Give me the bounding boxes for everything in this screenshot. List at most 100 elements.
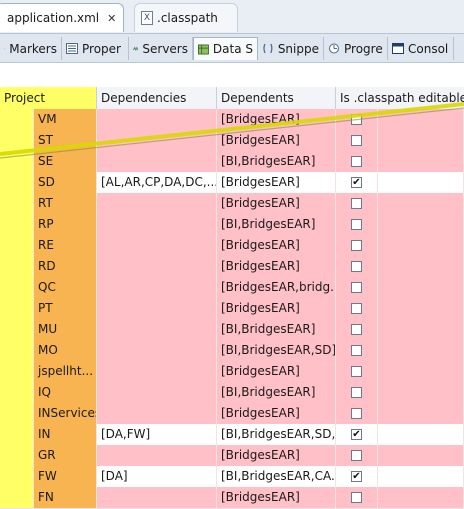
table-row[interactable]: SD [AL,AR,CP,DA,DC,... [BridgesEAR] ✔: [0, 172, 464, 194]
column-header-editable[interactable]: Is .classpath editable?: [336, 87, 464, 109]
project-name-cell: INServices: [34, 403, 97, 424]
tab-properties[interactable]: Proper: [62, 37, 129, 60]
editable-cell: [336, 256, 378, 277]
tab-application-xml[interactable]: application.xml ✕: [0, 3, 124, 32]
dependencies-cell: [97, 445, 217, 466]
editable-checkbox[interactable]: [351, 303, 362, 314]
editable-checkbox[interactable]: [351, 492, 362, 503]
table-row[interactable]: FN [BridgesEAR]: [0, 487, 464, 509]
table-row[interactable]: jspellht... [BridgesEAR]: [0, 361, 464, 383]
editable-cell: [336, 130, 378, 151]
table-row[interactable]: QC [BridgesEAR,bridg...: [0, 277, 464, 299]
editable-checkbox[interactable]: [351, 240, 362, 251]
project-name-cell: FW: [34, 466, 97, 487]
dependents-cell: [BridgesEAR]: [217, 298, 336, 319]
table-row[interactable]: IQ [BI,BridgesEAR]: [0, 382, 464, 404]
dependencies-cell: [97, 109, 217, 130]
filler-cell: [378, 256, 464, 277]
project-name-cell: MO: [34, 340, 97, 361]
editable-checkbox[interactable]: ✔: [351, 429, 362, 440]
filler-cell: [378, 466, 464, 487]
tab-label: .classpath: [157, 11, 218, 25]
table-row[interactable]: IN [DA,FW] [BI,BridgesEAR,SD,... ✔: [0, 424, 464, 446]
dependents-cell: [BI,BridgesEAR,CA...: [217, 466, 336, 487]
editable-cell: [336, 109, 378, 130]
project-name-cell: MU: [34, 319, 97, 340]
tab-markers[interactable]: Markers: [0, 37, 62, 60]
tab-overflow[interactable]: [454, 37, 464, 60]
editable-checkbox[interactable]: [351, 156, 362, 167]
table-row[interactable]: ST [BridgesEAR]: [0, 130, 464, 152]
table-row[interactable]: INServices [BridgesEAR]: [0, 403, 464, 425]
editable-checkbox[interactable]: [351, 198, 362, 209]
dependents-cell: [BI,BridgesEAR,SD,...: [217, 424, 336, 445]
tab-servers[interactable]: Servers: [129, 37, 193, 60]
row-selector-cell: [0, 424, 34, 445]
project-name-cell: FN: [34, 487, 97, 508]
console-icon: [392, 43, 404, 54]
tab-progress[interactable]: Progre: [324, 37, 388, 60]
tab-console[interactable]: Consol: [388, 37, 454, 60]
tab-data-source[interactable]: Data S: [193, 37, 258, 60]
column-header-dependents[interactable]: Dependents: [217, 87, 336, 109]
close-icon[interactable]: ✕: [107, 12, 116, 25]
table-row[interactable]: RT [BridgesEAR]: [0, 193, 464, 215]
project-name-cell: GR: [34, 445, 97, 466]
filler-cell: [378, 340, 464, 361]
table-row[interactable]: MO [BI,BridgesEAR,SD]: [0, 340, 464, 362]
editable-checkbox[interactable]: [351, 219, 362, 230]
table-row[interactable]: PT [BridgesEAR]: [0, 298, 464, 320]
dependencies-cell: [97, 361, 217, 382]
editable-checkbox[interactable]: [351, 324, 362, 335]
column-header-dependencies[interactable]: Dependencies: [97, 87, 217, 109]
editable-cell: [336, 214, 378, 235]
editable-checkbox[interactable]: ✔: [351, 177, 362, 188]
editable-checkbox[interactable]: [351, 450, 362, 461]
editable-checkbox[interactable]: [351, 366, 362, 377]
tab-label: Proper: [82, 41, 121, 56]
table-row[interactable]: RE [BridgesEAR]: [0, 235, 464, 257]
editable-checkbox[interactable]: [351, 345, 362, 356]
filler-cell: [378, 403, 464, 424]
editable-checkbox[interactable]: [351, 261, 362, 272]
editable-checkbox[interactable]: [351, 387, 362, 398]
dependents-cell: [BridgesEAR]: [217, 256, 336, 277]
editable-cell: ✔: [336, 466, 378, 487]
row-selector-cell: [0, 487, 34, 508]
editable-cell: [336, 445, 378, 466]
editable-checkbox[interactable]: [351, 282, 362, 293]
snippets-icon: [263, 43, 273, 54]
tab-label: Servers: [142, 41, 188, 56]
table-row[interactable]: RP [BI,BridgesEAR]: [0, 214, 464, 236]
row-selector-cell: [0, 466, 34, 487]
row-selector-cell: [0, 319, 34, 340]
table-row[interactable]: FW [DA] [BI,BridgesEAR,CA... ✔: [0, 466, 464, 488]
dependents-cell: [BridgesEAR,bridg...: [217, 277, 336, 298]
editable-checkbox[interactable]: [351, 408, 362, 419]
editable-checkbox[interactable]: [351, 114, 362, 125]
table-row[interactable]: VM [BridgesEAR]: [0, 109, 464, 131]
table-row[interactable]: SE [BI,BridgesEAR]: [0, 151, 464, 173]
tab-classpath[interactable]: X .classpath: [134, 3, 238, 32]
tab-snippets[interactable]: Snippe: [258, 37, 324, 60]
dependents-cell: [BridgesEAR]: [217, 130, 336, 151]
column-header-project[interactable]: Project: [0, 87, 97, 109]
table-row[interactable]: RD [BridgesEAR]: [0, 256, 464, 278]
filler-cell: [378, 277, 464, 298]
project-name-cell: ST: [34, 130, 97, 151]
filler-cell: [378, 382, 464, 403]
editable-cell: [336, 403, 378, 424]
filler-cell: [378, 193, 464, 214]
dependencies-cell: [97, 130, 217, 151]
editable-checkbox[interactable]: [351, 135, 362, 146]
project-name-cell: RT: [34, 193, 97, 214]
row-selector-cell: [0, 277, 34, 298]
editable-cell: [336, 340, 378, 361]
editable-checkbox[interactable]: ✔: [351, 471, 362, 482]
dependents-cell: [BI,BridgesEAR]: [217, 382, 336, 403]
row-selector-cell: [0, 445, 34, 466]
editable-cell: [336, 319, 378, 340]
row-selector-cell: [0, 298, 34, 319]
table-row[interactable]: MU [BI,BridgesEAR]: [0, 319, 464, 341]
row-selector-cell: [0, 382, 34, 403]
